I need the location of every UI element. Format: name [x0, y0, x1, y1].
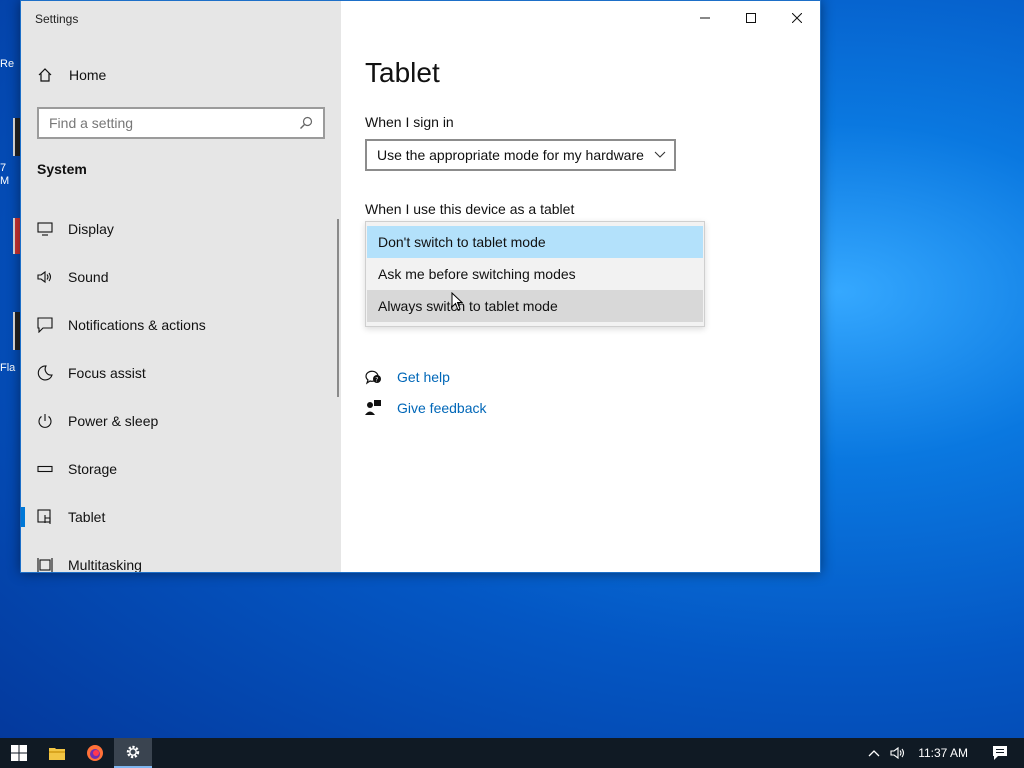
storage-icon	[37, 461, 53, 477]
minimize-button[interactable]	[682, 1, 728, 35]
svg-text:?: ?	[375, 376, 378, 383]
sidebar-item-sound[interactable]: Sound	[21, 253, 341, 301]
maximize-icon	[746, 13, 756, 23]
content-pane: Tablet When I sign in Use the appropriat…	[341, 1, 820, 572]
file-explorer-icon	[49, 748, 65, 760]
desktop-icon-label: M	[0, 175, 10, 187]
multitasking-icon	[37, 557, 53, 572]
tablet-mode-option[interactable]: Don't switch to tablet mode	[367, 226, 703, 258]
sidebar-item-label: Focus assist	[68, 365, 146, 381]
tablet-usage-label: When I use this device as a tablet	[365, 201, 575, 217]
help-chat-icon: ?	[365, 369, 383, 385]
desktop-icon-label: Fla	[0, 362, 16, 374]
settings-gear-icon	[126, 745, 140, 759]
settings-window: Settings Home Find a setting System Disp…	[20, 0, 821, 573]
sidebar-nav: Display Sound Notifications & actions Fo…	[21, 205, 341, 573]
window-controls	[682, 1, 820, 35]
clock[interactable]: 11:37 AM	[918, 746, 968, 760]
sidebar-item-label: Display	[68, 221, 114, 237]
sidebar-item-label: Notifications & actions	[68, 317, 206, 333]
sidebar-section-title: System	[37, 161, 87, 177]
tablet-mode-option[interactable]: Always switch to tablet mode	[367, 290, 703, 322]
sound-icon	[37, 269, 53, 285]
page-title: Tablet	[365, 57, 440, 88]
window-title: Settings	[35, 12, 79, 26]
minimize-icon	[700, 17, 710, 19]
sidebar-scrollbar[interactable]	[337, 219, 339, 397]
sidebar-item-display[interactable]: Display	[21, 205, 341, 253]
sidebar-item-tablet[interactable]: Tablet	[21, 493, 341, 541]
maximize-button[interactable]	[728, 1, 774, 35]
notifications-icon	[37, 317, 53, 333]
sidebar-item-label: Sound	[68, 269, 109, 285]
moon-icon	[37, 365, 53, 381]
sidebar-item-power-sleep[interactable]: Power & sleep	[21, 397, 341, 445]
search-input[interactable]: Find a setting	[37, 107, 325, 139]
firefox-icon	[87, 745, 103, 761]
sidebar-item-focus-assist[interactable]: Focus assist	[21, 349, 341, 397]
help-links: ? Get help Give feedback	[365, 361, 487, 423]
home-icon	[38, 68, 52, 82]
sidebar-item-label: Storage	[68, 461, 118, 477]
sidebar-home-label: Home	[69, 67, 107, 83]
sidebar-home[interactable]: Home	[37, 67, 106, 83]
close-icon	[792, 13, 802, 23]
sidebar-item-multitasking[interactable]: Multitasking	[21, 541, 341, 573]
system-tray: 11:37 AM	[868, 738, 1024, 768]
chevron-down-icon	[654, 151, 666, 158]
windows-start-icon	[11, 745, 27, 761]
display-icon	[37, 221, 53, 237]
tablet-mode-dropdown-list: Don't switch to tablet mode Ask me befor…	[365, 221, 705, 327]
action-center-icon[interactable]	[992, 745, 1008, 761]
sidebar-item-notifications[interactable]: Notifications & actions	[21, 301, 341, 349]
sidebar-item-label: Tablet	[68, 509, 106, 525]
close-button[interactable]	[774, 1, 820, 35]
taskbar: 11:37 AM	[0, 738, 1024, 768]
sign-in-label: When I sign in	[365, 114, 454, 130]
desktop-icon-label: 7	[0, 162, 7, 174]
get-help-label: Get help	[397, 368, 450, 385]
file-explorer-button[interactable]	[38, 738, 76, 768]
give-feedback-link[interactable]: Give feedback	[365, 392, 487, 423]
chevron-up-icon[interactable]	[868, 749, 880, 757]
settings-taskbar-button[interactable]	[114, 738, 152, 768]
sidebar-item-label: Power & sleep	[68, 413, 159, 429]
volume-icon[interactable]	[890, 746, 908, 760]
sidebar: Settings Home Find a setting System Disp…	[21, 1, 341, 572]
feedback-icon	[365, 399, 383, 416]
mouse-cursor-icon	[451, 292, 463, 311]
sidebar-item-label: Multitasking	[68, 557, 142, 573]
tablet-mode-option[interactable]: Ask me before switching modes	[367, 258, 703, 290]
sign-in-mode-value: Use the appropriate mode for my hardware	[377, 147, 644, 163]
firefox-button[interactable]	[76, 738, 114, 768]
give-feedback-label: Give feedback	[397, 399, 487, 416]
tablet-icon	[37, 509, 53, 525]
sidebar-item-storage[interactable]: Storage	[21, 445, 341, 493]
start-button[interactable]	[0, 738, 38, 768]
search-placeholder: Find a setting	[49, 115, 134, 131]
sign-in-mode-dropdown[interactable]: Use the appropriate mode for my hardware	[365, 139, 676, 171]
get-help-link[interactable]: ? Get help	[365, 361, 487, 392]
power-icon	[37, 413, 53, 429]
desktop-icon-label: Re	[0, 58, 15, 70]
search-icon	[300, 116, 313, 129]
